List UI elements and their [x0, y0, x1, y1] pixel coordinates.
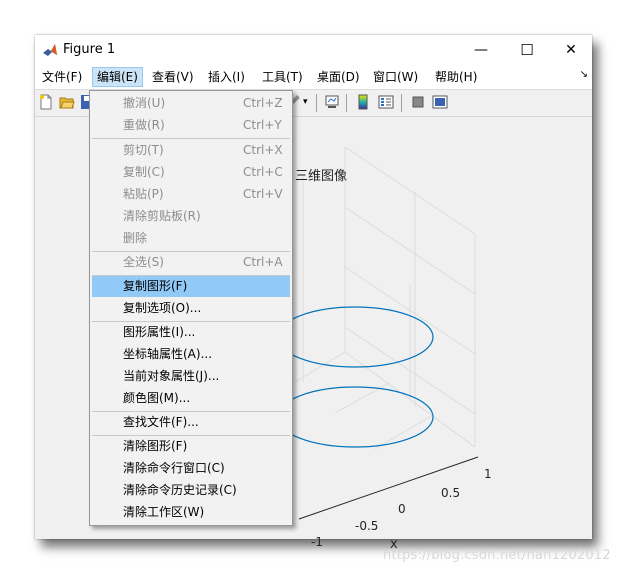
menu-clear-command-history[interactable]: 清除命令历史记录(C): [92, 480, 290, 501]
window-title: Figure 1: [63, 42, 116, 57]
menu-tools[interactable]: 工具(T): [258, 68, 307, 86]
title-bar[interactable]: Figure 1 — ☐ ✕: [35, 35, 592, 65]
new-figure-icon[interactable]: [38, 94, 54, 110]
menu-clear-clipboard[interactable]: 清除剪贴板(R): [92, 206, 290, 227]
toolbar-separator: [316, 94, 317, 112]
menu-label: 删除: [123, 231, 148, 245]
menu-label: 坐标轴属性(A)...: [123, 347, 213, 361]
link-plot-icon[interactable]: [324, 94, 340, 110]
menu-redo[interactable]: 重做(R) Ctrl+Y: [92, 115, 290, 136]
x-tick-label: 0.5: [441, 486, 461, 500]
menu-clear-workspace[interactable]: 清除工作区(W): [92, 502, 290, 523]
x-tick-label: -1: [311, 535, 323, 549]
menu-find-files[interactable]: 查找文件(F)...: [92, 412, 290, 433]
show-plot-tools-icon[interactable]: [432, 94, 448, 110]
menu-window[interactable]: 窗口(W): [369, 68, 422, 86]
menu-label: 全选(S): [123, 255, 164, 269]
menu-label: 查找文件(F)...: [123, 415, 199, 429]
watermark-text: https://blog.csdn.net/han1202012: [383, 548, 611, 563]
menu-copy-figure[interactable]: 复制图形(F): [92, 276, 290, 297]
menu-shortcut: Ctrl+C: [243, 165, 283, 179]
menu-colormap[interactable]: 颜色图(M)...: [92, 388, 290, 409]
menu-label: 清除命令行窗口(C): [123, 461, 225, 475]
legend-icon[interactable]: [378, 94, 394, 110]
menu-help[interactable]: 帮助(H): [431, 68, 481, 86]
menu-copy[interactable]: 复制(C) Ctrl+C: [92, 162, 290, 183]
plot-title: 三维图像: [295, 169, 348, 184]
menu-label: 撤消(U): [123, 96, 166, 110]
menu-insert[interactable]: 插入(I): [204, 68, 249, 86]
menu-axes-properties[interactable]: 坐标轴属性(A)...: [92, 344, 290, 365]
menu-current-object-properties[interactable]: 当前对象属性(J)...: [92, 366, 290, 387]
menu-clear-figure[interactable]: 清除图形(F): [92, 436, 290, 457]
menu-separator: [92, 138, 290, 139]
menu-label: 复制图形(F): [123, 279, 188, 293]
menu-label: 颜色图(M)...: [123, 391, 191, 405]
menu-edit[interactable]: 编辑(E): [92, 67, 143, 87]
dropdown-arrow-icon[interactable]: ▾: [303, 94, 311, 110]
menu-label: 当前对象属性(J)...: [123, 369, 220, 383]
menu-shortcut: Ctrl+A: [243, 255, 283, 269]
open-file-icon[interactable]: [59, 94, 75, 110]
menu-cut[interactable]: 剪切(T) Ctrl+X: [92, 140, 290, 161]
menu-undo[interactable]: 撤消(U) Ctrl+Z: [92, 93, 290, 114]
menu-label: 剪切(T): [123, 143, 164, 157]
matlab-logo-icon: [42, 42, 58, 58]
menu-file[interactable]: 文件(F): [38, 68, 86, 86]
hide-plot-tools-icon[interactable]: [410, 94, 426, 110]
menu-paste[interactable]: 粘贴(P) Ctrl+V: [92, 184, 290, 205]
menu-delete[interactable]: 删除: [92, 228, 290, 249]
menu-label: 复制(C): [123, 165, 165, 179]
menu-clear-command-window[interactable]: 清除命令行窗口(C): [92, 458, 290, 479]
menu-label: 清除工作区(W): [123, 505, 205, 519]
menu-shortcut: Ctrl+V: [243, 187, 283, 201]
maximize-button[interactable]: ☐: [504, 35, 550, 65]
menu-shortcut: Ctrl+Y: [243, 118, 282, 132]
x-tick-label: 1: [484, 467, 492, 481]
menu-overflow-icon[interactable]: ↘: [580, 69, 588, 80]
menu-shortcut: Ctrl+X: [243, 143, 283, 157]
menu-shortcut: Ctrl+Z: [243, 96, 283, 110]
menu-desktop[interactable]: 桌面(D): [313, 68, 364, 86]
menu-bar: 文件(F) 编辑(E) 查看(V) 插入(I) 工具(T) 桌面(D) 窗口(W…: [35, 65, 592, 90]
x-tick-label: -0.5: [355, 519, 379, 533]
lower-circle-line: [276, 386, 434, 448]
menu-figure-properties[interactable]: 图形属性(I)...: [92, 322, 290, 343]
menu-label: 复制选项(O)...: [123, 301, 202, 315]
colorbar-icon[interactable]: [355, 94, 371, 110]
menu-label: 重做(R): [123, 118, 165, 132]
menu-label: 清除命令历史记录(C): [123, 483, 237, 497]
toolbar-separator: [401, 94, 402, 112]
menu-view[interactable]: 查看(V): [148, 68, 198, 86]
grid-lines: [294, 146, 476, 450]
close-button[interactable]: ✕: [548, 35, 594, 65]
minimize-button[interactable]: —: [458, 35, 504, 65]
edit-menu-dropdown: 撤消(U) Ctrl+Z 重做(R) Ctrl+Y 剪切(T) Ctrl+X 复制(C…: [89, 90, 293, 526]
menu-label: 清除剪贴板(R): [123, 209, 201, 223]
x-tick-label: 0: [398, 502, 406, 516]
toolbar-separator: [346, 94, 347, 112]
menu-label: 图形属性(I)...: [123, 325, 196, 339]
menu-select-all[interactable]: 全选(S) Ctrl+A: [92, 252, 290, 273]
menu-label: 粘贴(P): [123, 187, 164, 201]
menu-copy-options[interactable]: 复制选项(O)...: [92, 298, 290, 319]
menu-label: 清除图形(F): [123, 439, 188, 453]
